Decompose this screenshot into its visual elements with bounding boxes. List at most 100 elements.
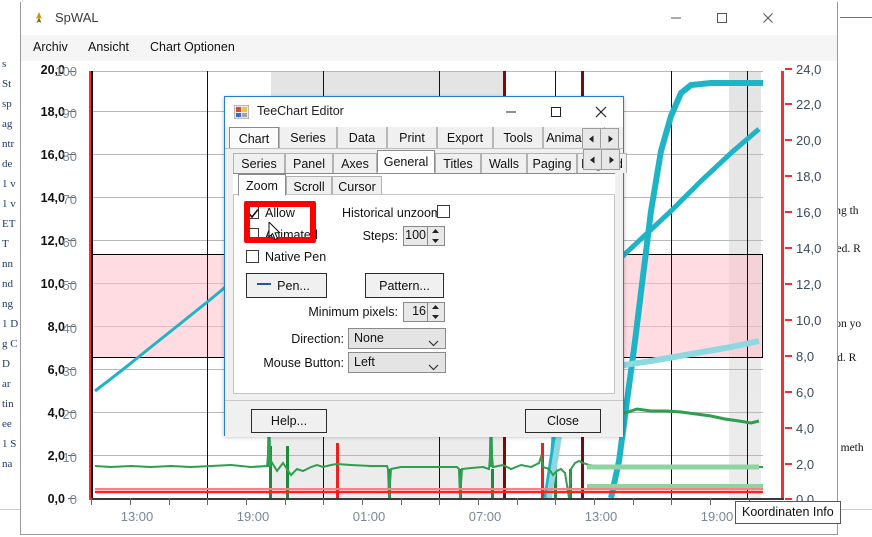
close-button[interactable] [745, 2, 791, 33]
axis-bottom-line [91, 498, 784, 500]
dialog-minimize-button[interactable] [488, 97, 533, 126]
arrow-left-icon [589, 156, 594, 163]
menu-item-archiv[interactable]: Archiv [29, 40, 72, 54]
axis-tick [785, 103, 792, 105]
menu-item-ansicht[interactable]: Ansicht [84, 40, 133, 54]
mouse-button-value: Left [354, 355, 375, 369]
steps-label: Steps: [362, 229, 398, 243]
axis-left2-tick-label: 0 [69, 492, 77, 507]
axis-tick [785, 283, 792, 285]
mouse-cursor-icon [268, 220, 281, 244]
axis-x-tick-label: 19:00 [236, 509, 270, 524]
background-divider-line [840, 17, 872, 18]
axis-right-tick-label: 16,0 [796, 205, 822, 220]
axis-right-tick-label: 4,0 [796, 421, 815, 436]
axis-tick [785, 319, 792, 321]
tab-data[interactable]: Data [337, 127, 387, 149]
tab-scroll[interactable]: Scroll [286, 176, 332, 196]
direction-combobox[interactable]: None [348, 328, 446, 349]
tab-titles[interactable]: Titles [435, 153, 481, 173]
dialog-maximize-button[interactable] [533, 97, 578, 126]
pattern-button[interactable]: Pattern... [365, 273, 444, 298]
steps-spinner-arrows[interactable] [427, 227, 444, 245]
close-dialog-button[interactable]: Close [525, 409, 601, 433]
dialog-tabs-level2: Series Panel Axes General Titles Walls P… [233, 149, 627, 173]
axis-left-black-line [91, 71, 93, 500]
dialog-close-button[interactable] [578, 97, 623, 126]
dialog-titlebar: TeeChart Editor [225, 97, 623, 127]
arrow-right-icon [608, 135, 613, 142]
background-text-fragment: na [2, 458, 13, 470]
close-icon [595, 106, 606, 117]
background-text-fragment: D [2, 358, 10, 370]
background-text-fragment: ET [2, 218, 16, 230]
minimum-pixels-spinner-arrows[interactable] [427, 303, 444, 321]
app-menubar: Archiv Ansicht Chart Optionen [21, 35, 837, 62]
tab-walls[interactable]: Walls [481, 153, 527, 173]
minimize-button[interactable] [653, 2, 699, 33]
axis-x-tick-label: 13:00 [584, 509, 618, 524]
axis-tick [785, 175, 792, 177]
axis-right-tick-label: 6,0 [796, 385, 815, 400]
tab-chart[interactable]: Chart [229, 127, 279, 149]
background-text-fragment: ntr [2, 138, 15, 150]
background-text-fragment: St [2, 78, 12, 90]
tabs-level2-scroll-left[interactable] [583, 149, 602, 170]
dialog-footer: Help... Close [225, 400, 623, 437]
app-icon [32, 11, 46, 25]
close-icon [763, 12, 773, 23]
pen-button[interactable]: Pen... [246, 273, 327, 298]
tab-panel[interactable]: Panel [285, 153, 333, 173]
axis-right-tick-label: 2,0 [796, 457, 815, 472]
background-text-fragment: 1 S [2, 438, 17, 450]
tab-zoom[interactable]: Zoom [238, 174, 286, 196]
native-pen-label: Native Pen [265, 250, 327, 264]
tabs-level1-scroll-right[interactable] [600, 128, 619, 149]
maximize-icon [550, 106, 561, 117]
tab-print[interactable]: Print [387, 127, 437, 149]
tab-export[interactable]: Export [437, 127, 493, 149]
minimum-pixels-spinner[interactable]: 16 [403, 302, 445, 322]
historical-unzoom-checkbox[interactable] [437, 205, 450, 218]
steps-value: 100 [405, 228, 426, 242]
tab-cursor[interactable]: Cursor [332, 176, 382, 196]
native-pen-checkbox[interactable] [246, 250, 259, 263]
background-text-fragment: nd [2, 278, 13, 290]
tab-general[interactable]: General [377, 150, 435, 173]
axis-tick [785, 498, 792, 500]
maximize-button[interactable] [699, 2, 745, 33]
tab-axes[interactable]: Axes [333, 153, 377, 173]
app-titlebar: SpWAL [21, 2, 837, 35]
background-text-fragment: 1 v [2, 198, 16, 210]
axis-right-red-line [781, 71, 784, 500]
steps-spinner[interactable]: 100 [403, 226, 445, 246]
axis-left2-tick-label: 50 [62, 278, 77, 293]
axis-left2-tick-label: 60 [62, 235, 77, 250]
tab-series-sub[interactable]: Series [233, 153, 285, 173]
arrow-left-icon [588, 135, 593, 142]
axis-x-tick-label: 13:00 [120, 509, 154, 524]
background-text-fragment: g C [2, 338, 18, 350]
app-title: SpWAL [55, 10, 99, 25]
spinner-arrows-icon [432, 229, 439, 243]
help-button[interactable]: Help... [251, 409, 327, 433]
axis-tick [785, 68, 792, 70]
tab-series[interactable]: Series [279, 127, 337, 149]
tab-tools[interactable]: Tools [493, 127, 543, 149]
axis-tick [785, 427, 792, 429]
mouse-button-combobox[interactable]: Left [348, 352, 446, 373]
tabs-level1-scroll-left[interactable] [582, 128, 601, 149]
arrow-right-icon [609, 156, 614, 163]
tabs-level2-scroll-right[interactable] [601, 149, 620, 170]
tab-paging[interactable]: Paging [527, 153, 577, 173]
axis-left2-tick-label: 90 [62, 106, 77, 121]
chevron-down-icon [428, 360, 439, 374]
historical-unzoom-label: Historical unzoom [342, 206, 442, 220]
background-text-fragment: tin [2, 398, 14, 410]
spinner-arrows-icon [432, 305, 439, 319]
axis-left2-tick-label: 30 [62, 364, 77, 379]
koordinaten-info-tooltip: Koordinaten Info [735, 501, 841, 524]
background-text-fragment: nn [2, 258, 13, 270]
menu-item-chart-optionen[interactable]: Chart Optionen [146, 40, 239, 54]
axis-right-tick-label: 24,0 [796, 62, 822, 77]
